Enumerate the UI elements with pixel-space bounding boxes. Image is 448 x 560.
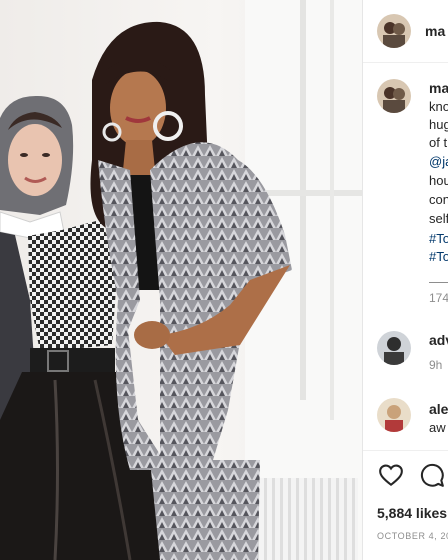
comment-time: 9h — [429, 358, 443, 372]
post-image — [0, 0, 362, 560]
post-header: ma — [363, 0, 448, 63]
comment-username[interactable]: adv — [429, 332, 448, 348]
post-photo[interactable] — [0, 0, 362, 560]
caption-line: self — [429, 211, 448, 226]
comment-icon[interactable] — [419, 462, 445, 488]
like-count[interactable]: 5,884 likes — [377, 505, 447, 521]
post-side-panel: ma ma kno hug of t @ja hou con self #To … — [363, 0, 448, 560]
comment-avatar[interactable] — [377, 331, 411, 365]
view-replies-count[interactable]: 174 — [429, 291, 448, 305]
view-replies-line — [429, 282, 448, 283]
comment-avatar[interactable] — [377, 398, 411, 432]
caption-username[interactable]: ma — [429, 80, 448, 96]
author-username[interactable]: ma — [425, 23, 445, 39]
author-avatar[interactable] — [377, 14, 411, 48]
caption-line: con — [429, 192, 448, 207]
heart-icon[interactable] — [378, 462, 404, 488]
comment-text: aw — [429, 420, 446, 435]
hashtag-link[interactable]: #To — [429, 230, 448, 247]
actions-divider — [363, 450, 448, 451]
comment-username[interactable]: ale — [429, 401, 448, 417]
caption-mention-link[interactable]: @ja — [429, 153, 448, 170]
post-date: OCTOBER 4, 20 — [377, 531, 448, 541]
caption-line: kno — [429, 99, 448, 114]
caption-line: hou — [429, 173, 448, 188]
caption-line: of t — [429, 135, 448, 150]
caption-line: hug — [429, 117, 448, 132]
caption-avatar[interactable] — [377, 79, 411, 113]
hashtag-link[interactable]: #To — [429, 248, 448, 265]
